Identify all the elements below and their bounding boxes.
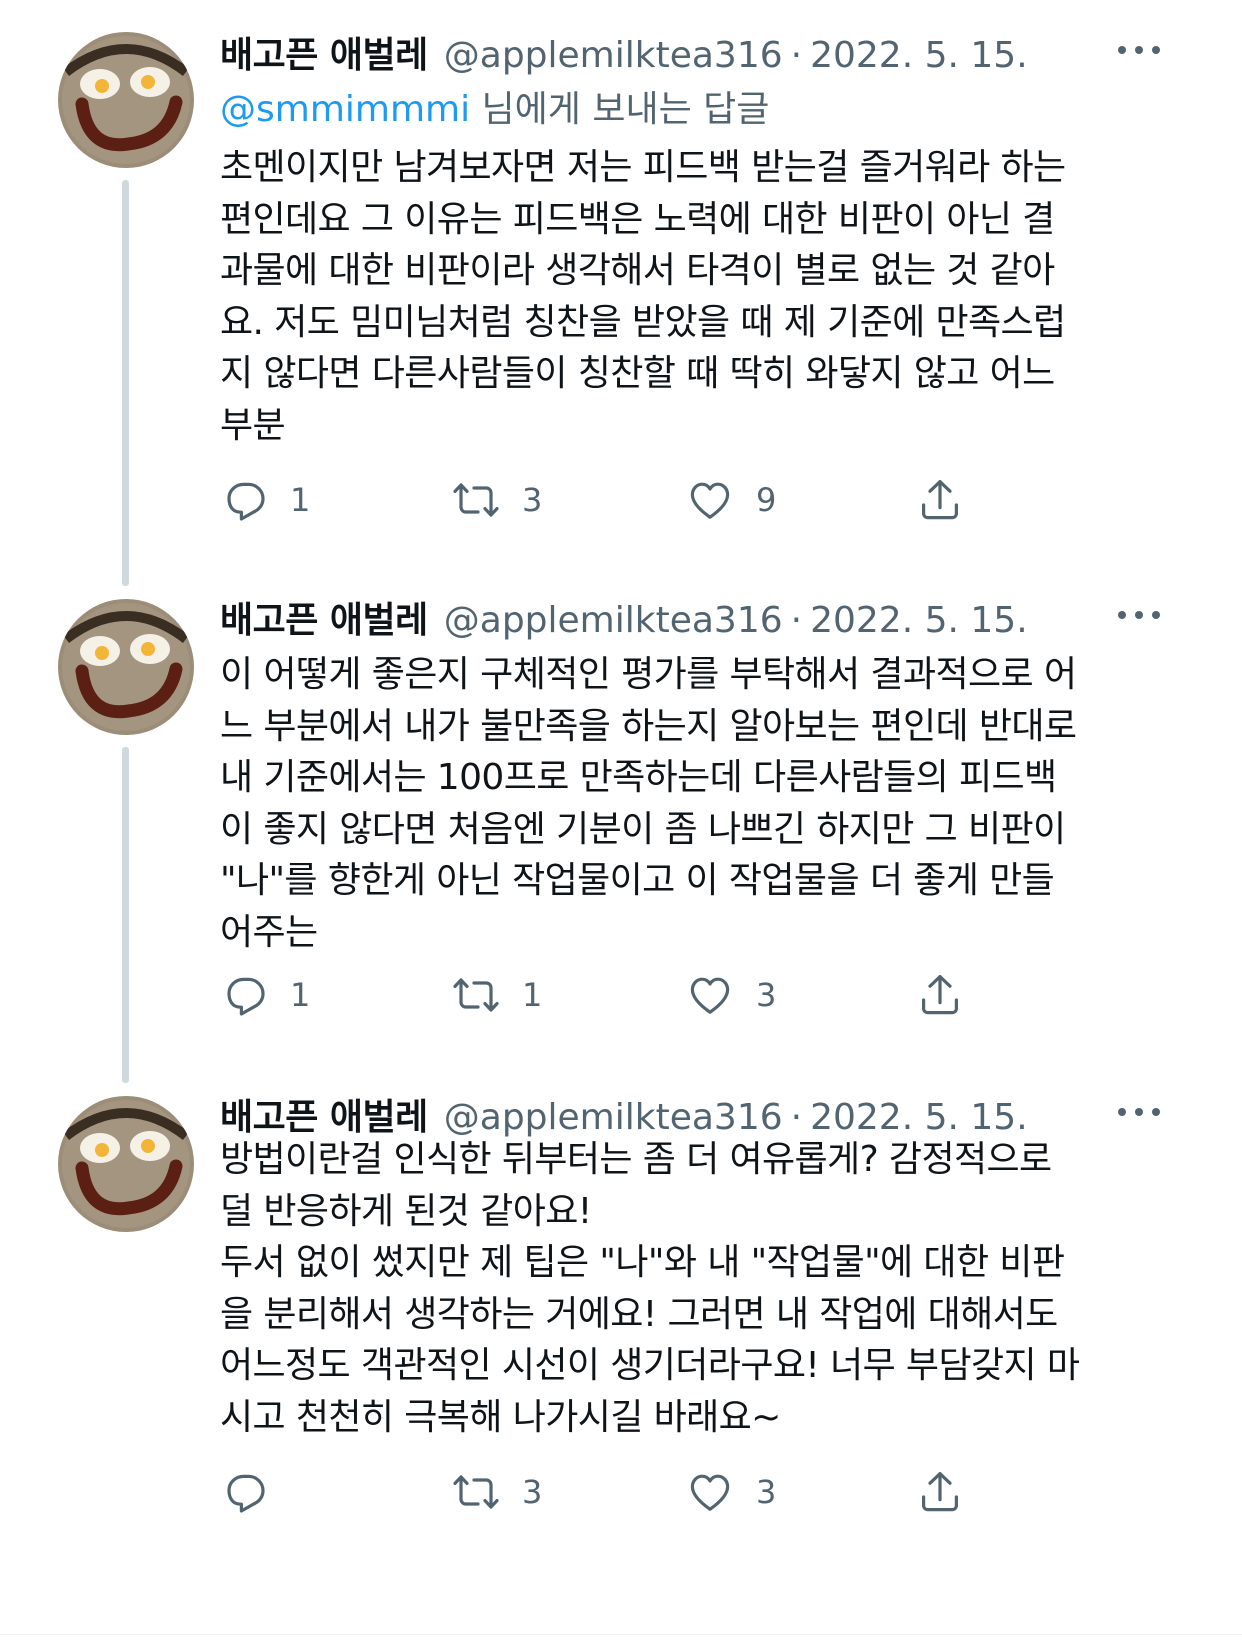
reply-icon [227, 482, 265, 521]
user-handle[interactable]: @applemilktea316 [444, 600, 783, 641]
retweet-icon [453, 978, 499, 1012]
reply-button[interactable]: 1 [220, 476, 310, 524]
user-handle[interactable]: @applemilktea316 [444, 35, 783, 76]
tweet-text-line: 과물에 대한 비판이라 생각해서 타격이 별로 없는 것 같아 [220, 250, 1055, 291]
display-name[interactable]: 배고픈 애벌레 [220, 1088, 428, 1140]
tweet-text: 이 어떻게 좋은지 구체적인 평가를 부탁해서 결과적으로 어 느 부분에서 내… [220, 649, 1140, 958]
reply-icon [227, 1474, 265, 1513]
reply-count: 1 [290, 976, 311, 1014]
replying-to: @smmimmmi 님에게 보내는 답글 [220, 80, 769, 132]
share-button[interactable] [916, 476, 964, 524]
thread: 배고픈 애벌레 @applemilktea316 · 2022. 5. 15. … [0, 0, 1242, 1641]
tweet-text-line: 요. 저도 밈미님처럼 칭찬을 받았을 때 제 기준에 만족스럽 [220, 301, 1066, 343]
more-icon[interactable] [1118, 44, 1160, 56]
tweet-header: 배고픈 애벌레 @applemilktea316 · 2022. 5. 15. [220, 591, 1182, 641]
tweet[interactable]: 배고픈 애벌레 @applemilktea316 · 2022. 5. 15. … [0, 0, 1242, 586]
reply-button[interactable]: 1 [220, 971, 310, 1019]
tweet-text-line: 편인데요 그 이유는 피드백은 노력에 대한 비판이 아닌 결 [220, 198, 1055, 240]
retweet-button[interactable]: 3 [452, 476, 542, 524]
more-icon[interactable] [1118, 1106, 1160, 1118]
tweet-text-line: "나"를 향한게 아닌 작업물이고 이 작업물을 더 좋게 만들 [220, 860, 1055, 901]
tweet-text-line: 어주는 [220, 911, 318, 953]
tweet-text-line: 이 어떻게 좋은지 구체적인 평가를 부탁해서 결과적으로 어 [220, 654, 1077, 695]
share-button[interactable] [916, 971, 964, 1019]
thread-connector-line [122, 180, 129, 586]
tweet-date[interactable]: 2022. 5. 15. [810, 1097, 1028, 1138]
retweet-button[interactable]: 3 [452, 1468, 542, 1516]
divider [0, 1634, 1242, 1635]
tweet-text-line: 지 않다면 다른사람들이 칭찬할 때 딱히 와닿지 않고 어느 [220, 353, 1055, 394]
like-count: 9 [756, 481, 777, 519]
like-count: 3 [756, 976, 777, 1014]
display-name[interactable]: 배고픈 애벌레 [220, 26, 428, 78]
more-icon[interactable] [1118, 609, 1160, 621]
tweet-text-line: 시고 천천히 극복해 나가시길 바래요~ [220, 1396, 781, 1438]
heart-icon [690, 482, 730, 519]
tweet-text-line: 덜 반응하게 된것 같아요! [220, 1190, 592, 1232]
separator: · [790, 35, 803, 76]
tweet-actions: 1 3 9 [220, 476, 980, 524]
replying-to-suffix: 님에게 보내는 답글 [470, 89, 770, 130]
tweet-text-line: 초멘이지만 남겨보자면 저는 피드백 받는걸 즐거워라 하는 [220, 147, 1066, 188]
share-icon [922, 1472, 958, 1512]
tweet-actions: 3 3 [220, 1468, 980, 1516]
avatar[interactable] [58, 599, 194, 735]
like-button[interactable]: 3 [686, 971, 776, 1019]
smiley-egg-avatar-icon [58, 599, 194, 735]
smiley-egg-avatar-icon [58, 1096, 194, 1232]
tweet-text-line: 두서 없이 썼지만 제 팁은 "나"와 내 "작업물"에 대한 비판 [220, 1242, 1065, 1283]
smiley-egg-avatar-icon [58, 32, 194, 168]
tweet-text: 방법이란걸 인식한 뒤부터는 좀 더 여유롭게? 감정적으로 덜 반응하게 된것… [220, 1134, 1140, 1443]
mention-link[interactable]: @smmimmmi [220, 89, 470, 130]
tweet-actions: 1 1 3 [220, 971, 980, 1019]
reply-button[interactable] [220, 1468, 290, 1516]
like-button[interactable]: 3 [686, 1468, 776, 1516]
reply-count: 1 [290, 481, 311, 519]
tweet[interactable]: 배고픈 애벌레 @applemilktea316 · 2022. 5. 15. … [0, 1082, 1242, 1627]
retweet-count: 3 [522, 1473, 543, 1511]
tweet-header: 배고픈 애벌레 @applemilktea316 · 2022. 5. 15. [220, 1088, 1182, 1138]
tweet-text-line: 방법이란걸 인식한 뒤부터는 좀 더 여유롭게? 감정적으로 [220, 1139, 1052, 1180]
separator: · [790, 1097, 803, 1138]
avatar[interactable] [58, 32, 194, 168]
thread-connector-line [122, 747, 129, 1083]
retweet-icon [453, 1475, 499, 1509]
separator: · [790, 600, 803, 641]
tweet-text-line: 부분 [220, 404, 286, 446]
tweet[interactable]: 배고픈 애벌레 @applemilktea316 · 2022. 5. 15. … [0, 565, 1242, 1083]
tweet-text-line: 이 좋지 않다면 처음엔 기분이 좀 나쁘긴 하지만 그 비판이 [220, 808, 1066, 850]
avatar[interactable] [58, 1096, 194, 1232]
tweet-text-line: 내 기준에서는 100프로 만족하는데 다른사람들의 피드백 [220, 757, 1057, 798]
tweet-text-line: 느 부분에서 내가 불만족을 하는지 알아보는 편인데 반대로 [220, 705, 1077, 747]
tweet-date[interactable]: 2022. 5. 15. [810, 35, 1028, 76]
display-name[interactable]: 배고픈 애벌레 [220, 591, 428, 643]
tweet-text-line: 어느정도 객관적인 시선이 생기더라구요! 너무 부담갖지 마 [220, 1345, 1080, 1386]
like-count: 3 [756, 1473, 777, 1511]
retweet-count: 1 [522, 976, 543, 1014]
reply-icon [227, 977, 265, 1016]
tweet-header: 배고픈 애벌레 @applemilktea316 · 2022. 5. 15. [220, 26, 1182, 76]
like-button[interactable]: 9 [686, 476, 776, 524]
heart-icon [690, 1474, 730, 1511]
retweet-count: 3 [522, 481, 543, 519]
heart-icon [690, 977, 730, 1014]
share-button[interactable] [916, 1468, 964, 1516]
share-icon [922, 480, 958, 520]
tweet-text: 초멘이지만 남겨보자면 저는 피드백 받는걸 즐거워라 하는 편인데요 그 이유… [220, 142, 1140, 451]
user-handle[interactable]: @applemilktea316 [444, 1097, 783, 1138]
retweet-icon [453, 483, 499, 517]
share-icon [922, 975, 958, 1015]
tweet-text-line: 을 분리해서 생각하는 거에요! 그러면 내 작업에 대해서도 [220, 1293, 1058, 1335]
retweet-button[interactable]: 1 [452, 971, 542, 1019]
tweet-date[interactable]: 2022. 5. 15. [810, 600, 1028, 641]
